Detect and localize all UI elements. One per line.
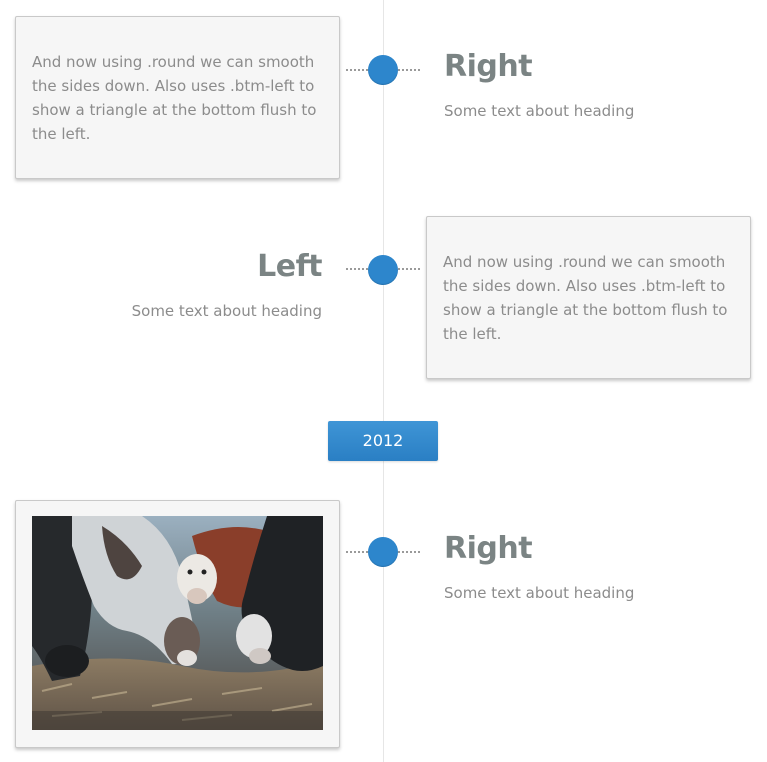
circle-dot-icon (368, 255, 398, 285)
timeline-center-line (383, 0, 384, 762)
cows-grazing-photo (32, 516, 323, 730)
circle-dot-icon (368, 537, 398, 567)
timeline-card-2: And now using .round we can smooth the s… (426, 216, 751, 379)
card-text: And now using .round we can smooth the s… (443, 253, 728, 343)
connector-line (398, 551, 420, 553)
entry-heading: Right (444, 49, 533, 84)
connector-line (346, 69, 368, 71)
timeline: And now using .round we can smooth the s… (0, 0, 767, 762)
timeline-photo-card (15, 500, 340, 748)
entry-heading: Left (257, 249, 322, 284)
entry-subtext: Some text about heading (444, 584, 635, 602)
card-text: And now using .round we can smooth the s… (32, 53, 317, 143)
entry-subtext: Some text about heading (131, 302, 322, 320)
year-badge[interactable]: 2012 (328, 421, 438, 461)
connector-line (398, 69, 420, 71)
entry-heading: Right (444, 531, 533, 566)
connector-line (346, 268, 368, 270)
timeline-card-1: And now using .round we can smooth the s… (15, 16, 340, 179)
circle-dot-icon (368, 55, 398, 85)
connector-line (346, 551, 368, 553)
entry-subtext: Some text about heading (444, 102, 635, 120)
connector-line (398, 268, 420, 270)
